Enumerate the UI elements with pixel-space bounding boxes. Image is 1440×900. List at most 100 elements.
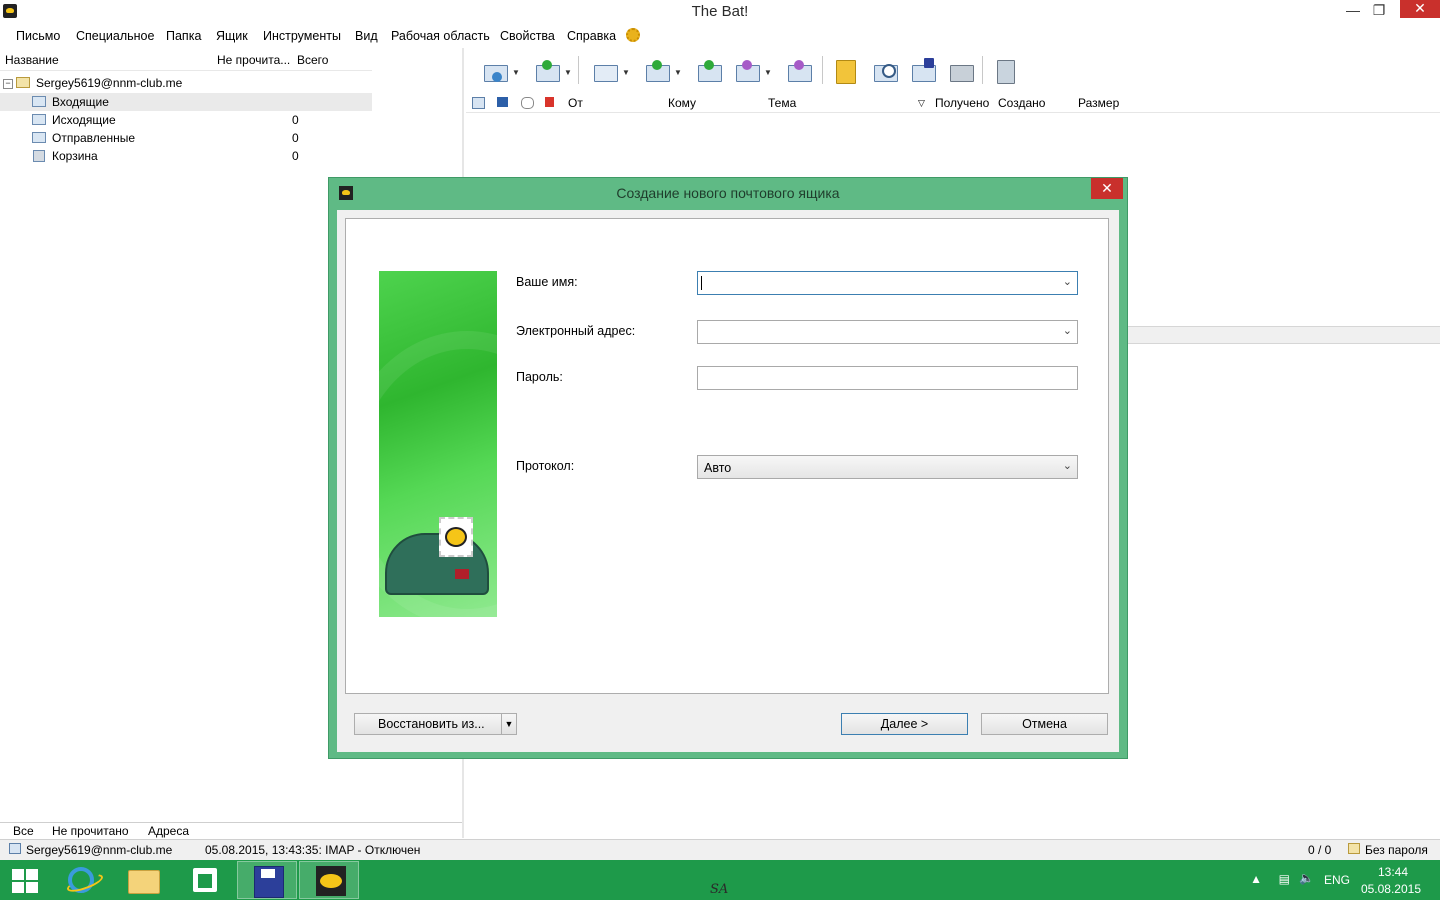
- column-header-to[interactable]: Кому: [668, 96, 696, 110]
- taskbar-floppy-app[interactable]: [237, 861, 297, 899]
- gear-icon[interactable]: [626, 28, 640, 42]
- new-message-button[interactable]: ▼: [590, 56, 630, 84]
- column-header-from[interactable]: От: [568, 96, 583, 110]
- folder-count: 0: [292, 149, 299, 163]
- folder-list-header: Название Не прочита... Всего: [0, 52, 372, 71]
- chevron-down-icon[interactable]: ⌄: [1063, 275, 1072, 288]
- menu-item-view[interactable]: Вид: [355, 29, 378, 43]
- minimize-button[interactable]: —: [1342, 0, 1364, 22]
- priority-column-icon[interactable]: [497, 97, 508, 107]
- bat-stamp-icon: [439, 517, 473, 557]
- account-icon: [16, 77, 30, 88]
- column-header-subject[interactable]: Тема: [768, 96, 796, 110]
- menu-item-folder[interactable]: Папка: [166, 29, 201, 43]
- taskbar-store[interactable]: [174, 861, 234, 899]
- reply-all-button[interactable]: [694, 56, 724, 84]
- sort-descending-icon: ▽: [918, 98, 925, 108]
- menu-item-properties[interactable]: Свойства: [500, 29, 555, 43]
- attachment-column-icon[interactable]: [521, 97, 534, 109]
- tab-unread[interactable]: Не прочитано: [52, 824, 129, 838]
- menu-item-special[interactable]: Специальное: [76, 29, 154, 43]
- account-node[interactable]: − Sergey5619@nnm-club.me: [0, 74, 372, 92]
- dialog-title: Создание нового почтового ящика: [616, 185, 840, 201]
- account-label: Sergey5619@nnm-club.me: [36, 76, 183, 90]
- folder-label: Исходящие: [52, 113, 116, 127]
- flag-column-icon[interactable]: [545, 97, 554, 107]
- clock-date[interactable]: 05.08.2015: [1361, 882, 1421, 896]
- search-button[interactable]: [870, 56, 900, 84]
- protocol-select[interactable]: Авто ⌄: [697, 455, 1078, 479]
- new-mailbox-dialog: Создание нового почтового ящика ✕ Ваше и…: [328, 177, 1128, 759]
- network-icon[interactable]: ▤: [1279, 872, 1290, 886]
- close-window-button[interactable]: ✕: [1400, 0, 1440, 18]
- chevron-down-icon[interactable]: ⌄: [1063, 459, 1072, 472]
- language-indicator[interactable]: ENG: [1324, 873, 1350, 887]
- email-combobox[interactable]: ⌄: [697, 320, 1078, 344]
- text-caret: [701, 276, 702, 290]
- maximize-button[interactable]: ❐: [1368, 0, 1390, 22]
- send-mail-button[interactable]: ▼: [532, 56, 572, 84]
- get-mail-button[interactable]: ▼: [480, 56, 520, 84]
- window-title: The Bat!: [691, 3, 749, 20]
- volume-icon[interactable]: 🔈: [1299, 871, 1314, 885]
- restore-from-label: Восстановить из...: [378, 717, 485, 731]
- tab-all[interactable]: Все: [13, 824, 34, 838]
- address-book-button[interactable]: [830, 56, 860, 84]
- name-label: Ваше имя:: [516, 275, 578, 289]
- column-header-size[interactable]: Размер: [1078, 96, 1119, 110]
- save-message-button[interactable]: [908, 56, 938, 84]
- folder-count: 0: [292, 131, 299, 145]
- floppy-disk-icon: [254, 866, 284, 898]
- mailbox-icon: [385, 533, 489, 595]
- show-hidden-icons[interactable]: ▲: [1250, 872, 1262, 886]
- column-header-unread[interactable]: Не прочита...: [217, 53, 290, 67]
- mailbox-illustration: [379, 271, 497, 617]
- next-button[interactable]: Далее >: [841, 713, 968, 735]
- tab-addresses[interactable]: Адреса: [148, 824, 189, 838]
- column-header-total[interactable]: Всего: [297, 53, 328, 67]
- restore-from-button[interactable]: Восстановить из... ▼: [354, 713, 517, 735]
- folder-item-sent[interactable]: Отправленные 0: [0, 129, 372, 147]
- reply-button[interactable]: ▼: [642, 56, 682, 84]
- folder-item-trash[interactable]: Корзина 0: [0, 147, 372, 165]
- forward-button[interactable]: ▼: [732, 56, 772, 84]
- dialog-close-button[interactable]: ✕: [1091, 178, 1123, 199]
- menu-item-help[interactable]: Справка: [567, 29, 616, 43]
- chevron-down-icon[interactable]: ▼: [501, 714, 516, 734]
- preview-pane-splitter[interactable]: [1128, 326, 1440, 344]
- folder-item-outbox[interactable]: Исходящие 0: [0, 111, 372, 129]
- file-explorer-icon: [128, 870, 160, 894]
- column-header-name[interactable]: Название: [5, 53, 59, 67]
- dialog-body: Ваше имя: ⌄ Электронный адрес: ⌄ Пароль:…: [337, 210, 1119, 752]
- password-field[interactable]: [697, 366, 1078, 390]
- taskbar-the-bat[interactable]: [299, 861, 359, 899]
- taskbar-file-explorer[interactable]: [112, 861, 172, 899]
- envelope-column-icon[interactable]: [472, 97, 485, 109]
- folder-label: Отправленные: [52, 131, 136, 145]
- redirect-button[interactable]: [784, 56, 814, 84]
- lock-icon: [1348, 843, 1360, 854]
- start-button[interactable]: [0, 861, 50, 899]
- chevron-down-icon[interactable]: ⌄: [1063, 324, 1072, 337]
- status-account[interactable]: Sergey5619@nnm-club.me: [26, 843, 172, 857]
- status-security[interactable]: Без пароля: [1365, 843, 1428, 857]
- delete-button[interactable]: [990, 56, 1020, 84]
- menu-item-tools[interactable]: Инструменты: [263, 29, 341, 43]
- collapse-icon[interactable]: −: [3, 79, 13, 89]
- menu-item-mailbox[interactable]: Ящик: [216, 29, 248, 43]
- column-header-created[interactable]: Создано: [998, 96, 1045, 110]
- folder-item-inbox[interactable]: Входящие: [0, 93, 372, 111]
- cancel-button[interactable]: Отмена: [981, 713, 1108, 735]
- dialog-content-panel: Ваше имя: ⌄ Электронный адрес: ⌄ Пароль:…: [345, 218, 1109, 694]
- menu-item-letter[interactable]: Письмо: [16, 29, 60, 43]
- menu-item-workspace[interactable]: Рабочая область: [391, 29, 490, 43]
- toolbar: ▼ ▼ ▼ ▼ ▼: [466, 50, 1440, 90]
- status-bar: Sergey5619@nnm-club.me 05.08.2015, 13:43…: [0, 839, 1440, 860]
- print-button[interactable]: [946, 56, 976, 84]
- clock-time[interactable]: 13:44: [1378, 865, 1408, 879]
- taskbar-internet-explorer[interactable]: [50, 861, 110, 899]
- folder-label: Корзина: [52, 149, 98, 163]
- name-combobox[interactable]: ⌄: [697, 271, 1078, 295]
- password-label: Пароль:: [516, 370, 563, 384]
- column-header-received[interactable]: Получено: [935, 96, 989, 110]
